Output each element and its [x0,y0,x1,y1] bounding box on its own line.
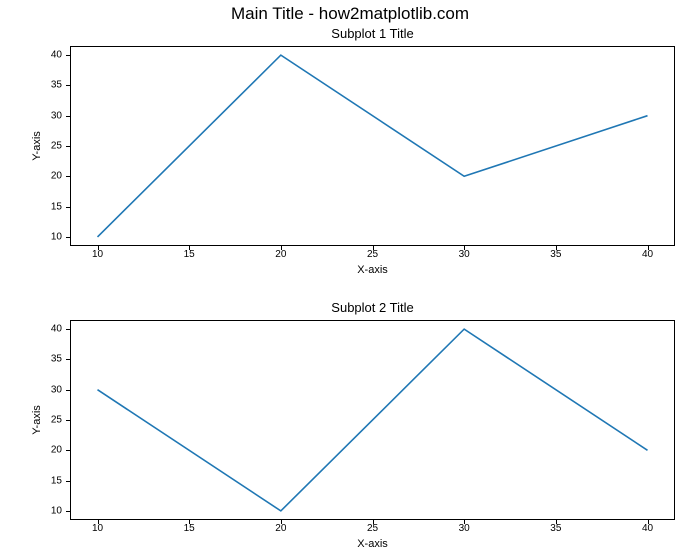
xtick-label: 35 [550,523,561,534]
ytick-mark [66,146,70,147]
xtick-label: 15 [184,523,195,534]
xtick-label: 20 [275,249,286,260]
ytick-mark [66,207,70,208]
ytick-label: 15 [51,475,62,486]
xtick-label: 15 [184,249,195,260]
ytick-mark [66,359,70,360]
figure: Main Title - how2matplotlib.com Subplot … [0,0,700,560]
subplot-1-ylabel: Y-axis [31,131,43,161]
ytick-label: 25 [51,415,62,426]
subplot-2-line [70,320,675,520]
ytick-label: 20 [51,445,62,456]
ytick-label: 35 [51,80,62,91]
ytick-mark [66,116,70,117]
xtick-label: 30 [459,249,470,260]
xtick-label: 10 [92,523,103,534]
ytick-label: 10 [51,505,62,516]
xtick-label: 20 [275,523,286,534]
ytick-mark [66,450,70,451]
ytick-label: 10 [51,231,62,242]
ytick-mark [66,176,70,177]
ytick-mark [66,390,70,391]
subplot-2-xlabel: X-axis [70,538,675,550]
xtick-label: 30 [459,523,470,534]
subplot-1-xlabel: X-axis [70,264,675,276]
subplot-2-ylabel: Y-axis [31,405,43,435]
ytick-label: 15 [51,201,62,212]
ytick-mark [66,511,70,512]
xtick-label: 40 [642,523,653,534]
ytick-label: 30 [51,384,62,395]
ytick-label: 30 [51,110,62,121]
ytick-mark [66,85,70,86]
subplot-1: Subplot 1 Title X-axis Y-axis 1015202530… [70,46,675,246]
subplot-1-line [70,46,675,246]
xtick-label: 10 [92,249,103,260]
ytick-mark [66,420,70,421]
ytick-label: 25 [51,141,62,152]
ytick-label: 40 [51,50,62,61]
xtick-label: 35 [550,249,561,260]
ytick-mark [66,55,70,56]
ytick-label: 20 [51,171,62,182]
ytick-label: 40 [51,324,62,335]
xtick-label: 40 [642,249,653,260]
ytick-mark [66,329,70,330]
xtick-label: 25 [367,249,378,260]
xtick-label: 25 [367,523,378,534]
ytick-mark [66,481,70,482]
subplot-2-title: Subplot 2 Title [70,300,675,315]
main-title: Main Title - how2matplotlib.com [0,4,700,24]
subplot-1-title: Subplot 1 Title [70,26,675,41]
ytick-mark [66,237,70,238]
ytick-label: 35 [51,354,62,365]
subplot-2: Subplot 2 Title X-axis Y-axis 1015202530… [70,320,675,520]
